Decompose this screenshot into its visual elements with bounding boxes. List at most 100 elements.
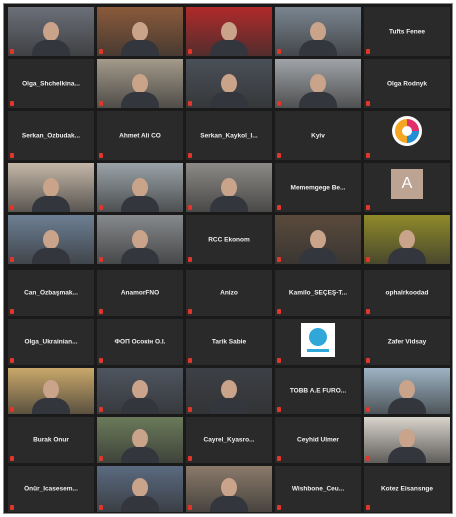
muted-mic-icon (366, 456, 370, 461)
participant-tile[interactable] (97, 163, 183, 212)
participant-tile[interactable]: Can_Özbaşmak... (8, 270, 94, 316)
participant-silhouette (31, 174, 71, 212)
participant-tile[interactable] (186, 7, 272, 56)
participant-tile[interactable] (97, 7, 183, 56)
participant-name: ФОП Осокін О.І. (114, 338, 166, 346)
participant-tile[interactable]: ФОП Осокін О.І. (97, 319, 183, 365)
participant-tile[interactable]: Wishbone_Ceu... (275, 466, 361, 512)
participant-tile[interactable]: Olga_Ukrainian... (8, 319, 94, 365)
participant-silhouette (209, 174, 249, 212)
participant-video (8, 368, 94, 414)
participant-tile[interactable]: Kamilo_SEÇEŞ-T... (275, 270, 361, 316)
participant-tile[interactable]: Olga_Shchelkina... (8, 59, 94, 108)
participant-tile[interactable] (364, 368, 450, 414)
muted-mic-icon (10, 358, 14, 363)
participant-tile[interactable]: Zafer Vidsay (364, 319, 450, 365)
participant-name: Mememgege Be... (290, 184, 346, 191)
participant-tile[interactable] (8, 7, 94, 56)
participant-silhouette (209, 474, 249, 512)
muted-mic-icon (99, 205, 103, 210)
muted-mic-icon (366, 358, 370, 363)
participant-tile[interactable]: Kotez Eisansnge (364, 466, 450, 512)
participant-tile[interactable] (97, 466, 183, 512)
participant-tile[interactable]: Anizo (186, 270, 272, 316)
participant-tile[interactable]: Serkan_Özbudak... (8, 111, 94, 160)
participant-video (97, 368, 183, 414)
participant-video (364, 368, 450, 414)
participant-video (97, 163, 183, 212)
muted-mic-icon (188, 358, 192, 363)
muted-mic-icon (10, 407, 14, 412)
participant-tile[interactable] (186, 163, 272, 212)
participant-tile[interactable] (275, 319, 361, 365)
muted-mic-icon (10, 49, 14, 54)
participant-silhouette (120, 18, 160, 56)
muted-mic-icon (10, 257, 14, 262)
participant-name: RCC Ekonom (208, 236, 250, 243)
muted-mic-icon (188, 505, 192, 510)
participant-tile[interactable]: AnamorFNO (97, 270, 183, 316)
gallery-grid-bottom: Can_Özbaşmak... AnamorFNO Anizo Kamilo_SEÇE… (8, 270, 450, 512)
participant-tile[interactable]: TOBB A.E FURO... (275, 368, 361, 414)
participant-silhouette (387, 425, 427, 463)
muted-mic-icon (188, 407, 192, 412)
participant-tile[interactable] (97, 59, 183, 108)
participant-video (275, 7, 361, 56)
muted-mic-icon (10, 205, 14, 210)
muted-mic-icon (99, 456, 103, 461)
participant-tile[interactable]: Kyiv (275, 111, 361, 160)
participant-tile[interactable] (97, 215, 183, 264)
muted-mic-icon (277, 358, 281, 363)
muted-mic-icon (188, 153, 192, 158)
muted-mic-icon (366, 257, 370, 262)
participant-tile[interactable] (275, 7, 361, 56)
participant-tile[interactable]: Ceyhid Ulmer (275, 417, 361, 463)
participant-tile[interactable] (186, 368, 272, 414)
participant-name: Ceyhid Ulmer (297, 436, 339, 444)
participant-tile[interactable]: ophalrkoodad (364, 270, 450, 316)
participant-tile[interactable] (186, 466, 272, 512)
participant-tile[interactable] (364, 215, 450, 264)
participant-silhouette (120, 70, 160, 108)
participant-tile[interactable] (364, 417, 450, 463)
participant-name: ophalrkoodad (385, 289, 429, 297)
participant-tile[interactable]: Serkan_Kaykol_I... (186, 111, 272, 160)
participant-video (186, 368, 272, 414)
participant-name: Serkan_Özbudak... (21, 132, 81, 139)
participant-silhouette (298, 70, 338, 108)
participant-tile[interactable] (8, 368, 94, 414)
participant-video (8, 163, 94, 212)
muted-mic-icon (99, 407, 103, 412)
muted-mic-icon (366, 505, 370, 510)
participant-tile[interactable]: Burak Onur (8, 417, 94, 463)
muted-mic-icon (366, 407, 370, 412)
participant-tile[interactable]: A (364, 163, 450, 212)
participant-tile[interactable]: Olga Rodnyk (364, 59, 450, 108)
participant-tile[interactable]: Tarik Sabie (186, 319, 272, 365)
participant-tile[interactable]: Tufts Fenee (364, 7, 450, 56)
muted-mic-icon (277, 49, 281, 54)
participant-tile[interactable] (275, 215, 361, 264)
participant-tile[interactable] (8, 163, 94, 212)
participant-tile[interactable]: Ahmet Ali CO (97, 111, 183, 160)
muted-mic-icon (99, 309, 103, 314)
participant-tile[interactable] (275, 59, 361, 108)
muted-mic-icon (277, 153, 281, 158)
participant-tile[interactable]: Önür_Icasesem... (8, 466, 94, 512)
participant-name: Olga_Ukrainian... (24, 338, 78, 346)
muted-mic-icon (277, 257, 281, 262)
participant-tile[interactable] (97, 368, 183, 414)
muted-mic-icon (188, 205, 192, 210)
participant-tile[interactable] (97, 417, 183, 463)
participant-tile[interactable]: Mememgege Be... (275, 163, 361, 212)
participant-silhouette (298, 226, 338, 264)
participant-silhouette (31, 376, 71, 414)
participant-tile[interactable] (364, 111, 450, 160)
muted-mic-icon (10, 309, 14, 314)
participant-tile[interactable]: Cayrel_Kyasro... (186, 417, 272, 463)
muted-mic-icon (99, 49, 103, 54)
participant-tile[interactable]: RCC Ekonom (186, 215, 272, 264)
participant-name: Cayrel_Kyasro... (203, 436, 255, 444)
participant-tile[interactable] (8, 215, 94, 264)
participant-tile[interactable] (186, 59, 272, 108)
